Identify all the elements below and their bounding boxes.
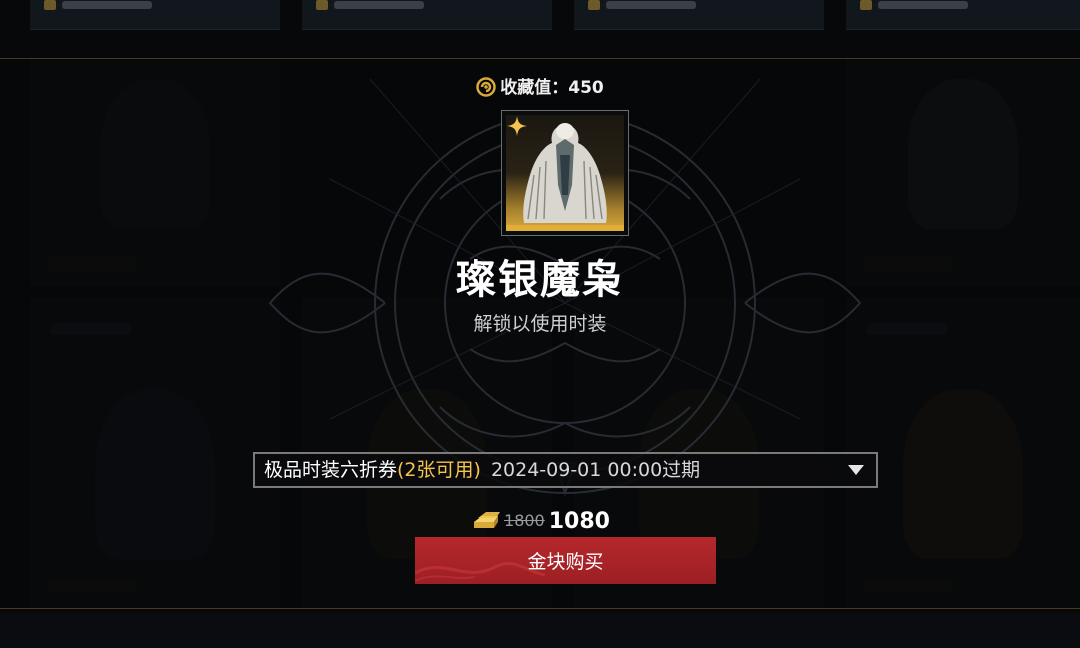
background-tab — [574, 0, 824, 30]
chevron-down-icon[interactable] — [848, 465, 864, 475]
shop-screen: 收藏值：450 璨银魔枭 解锁以使用时装 极品时装六折券(2张可用) 2024-… — [0, 0, 1080, 648]
item-image — [506, 115, 624, 231]
coupon-expiry: 2024-09-01 00:00过期 — [490, 459, 701, 481]
discounted-price: 1080 — [548, 509, 610, 534]
item-preview — [501, 110, 629, 236]
price-row: 1800 1080 — [0, 508, 1080, 534]
item-subtitle: 解锁以使用时装 — [473, 313, 607, 335]
quality-sparkle-icon — [507, 116, 527, 136]
collection-coin-icon — [476, 77, 496, 97]
item-name: 璨银魔枭 — [456, 257, 624, 303]
gold-bar-icon — [474, 512, 501, 528]
background-tab — [846, 0, 1080, 30]
collection-number: 450 — [568, 78, 604, 98]
original-price: 1800 — [504, 511, 545, 530]
purchase-dialog: 收藏值：450 璨银魔枭 解锁以使用时装 极品时装六折券(2张可用) 2024-… — [0, 58, 1080, 609]
coupon-select[interactable]: 极品时装六折券(2张可用) 2024-09-01 00:00过期 — [253, 452, 878, 488]
coupon-available-count: (2张可用) — [397, 459, 481, 481]
background-tab — [30, 0, 280, 30]
background-tab — [302, 0, 552, 30]
coupon-name: 极品时装六折券 — [264, 459, 398, 481]
bottom-strip — [0, 612, 1080, 648]
buy-button-label: 金块购买 — [527, 551, 604, 573]
collection-label: 收藏值： — [500, 78, 569, 98]
gold-buy-button[interactable]: 金块购买 — [415, 537, 716, 584]
collection-value: 收藏值：450 — [0, 73, 1080, 98]
